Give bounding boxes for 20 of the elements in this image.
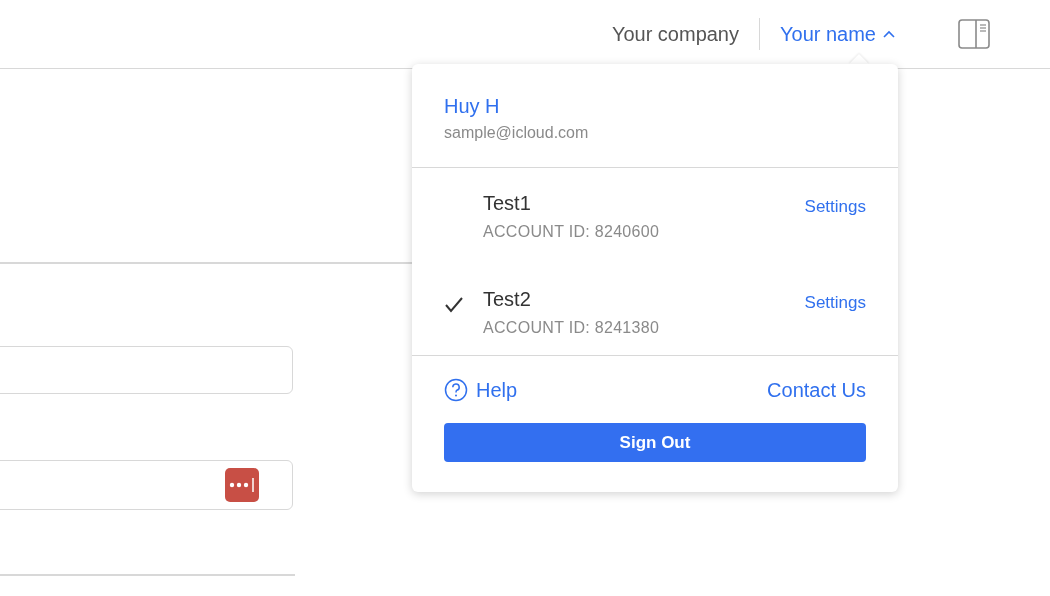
help-link[interactable]: Help: [476, 378, 518, 402]
account-row[interactable]: Test1 ACCOUNT ID: 8240600 Settings: [444, 192, 866, 288]
company-name[interactable]: Your company: [611, 22, 739, 46]
user-name: Huy H: [444, 95, 501, 118]
settings-link[interactable]: Settings: [804, 197, 866, 217]
contact-us-link[interactable]: Contact Us: [767, 378, 866, 402]
user-email: sample@icloud.com: [444, 124, 590, 142]
sidebar-toggle-icon[interactable]: [958, 19, 990, 49]
help-icon[interactable]: [444, 378, 468, 402]
account-name[interactable]: Test1: [483, 192, 805, 215]
account-id: ACCOUNT ID: 8241380: [483, 319, 661, 337]
password-manager-icon[interactable]: [225, 467, 259, 502]
input-field[interactable]: [0, 345, 293, 394]
caret-icon: [882, 29, 896, 39]
user-menu-button[interactable]: Your name: [780, 22, 896, 46]
sign-out-button[interactable]: Sign Out: [444, 423, 866, 462]
account-name[interactable]: Test2: [483, 288, 805, 311]
settings-link[interactable]: Settings: [804, 293, 866, 313]
password-field[interactable]: [0, 459, 293, 510]
account-id: ACCOUNT ID: 8240600: [483, 223, 661, 241]
